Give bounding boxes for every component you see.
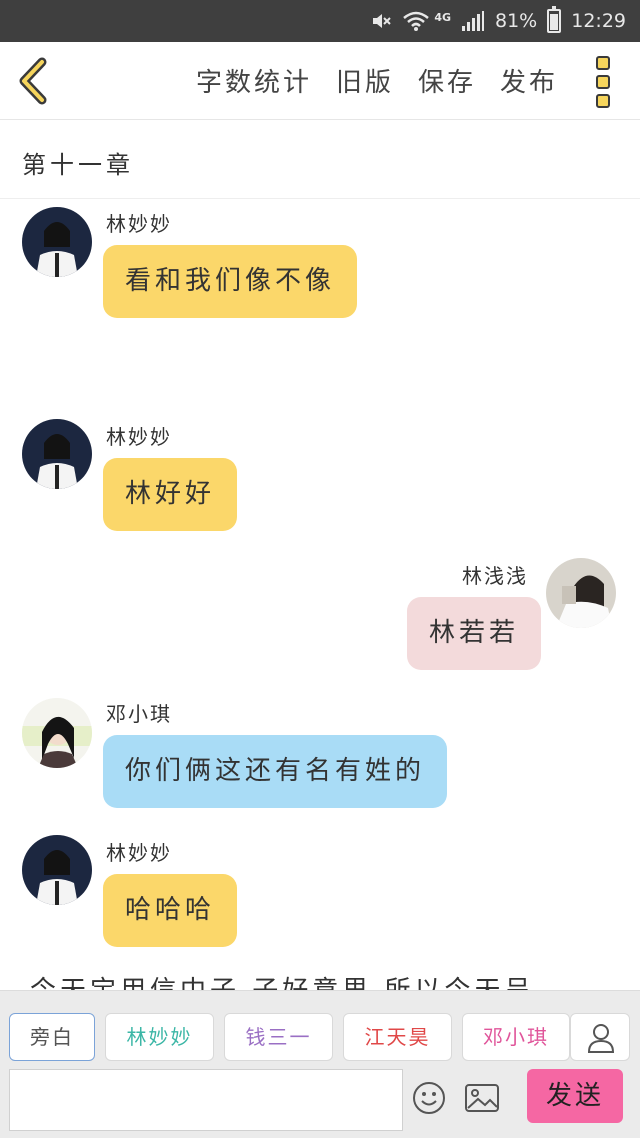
- message-bubble[interactable]: 你们俩这还有名有姓的: [103, 735, 448, 808]
- avatar: [546, 558, 616, 628]
- image-icon: [465, 1084, 499, 1112]
- send-button[interactable]: 发送: [527, 1069, 623, 1123]
- status-icons: 4G 81% 12:29: [370, 0, 626, 42]
- message-bubble[interactable]: 林好好: [103, 458, 238, 531]
- sender-name: 林妙妙: [106, 212, 172, 236]
- save-button[interactable]: 保存: [418, 62, 476, 99]
- avatar: [22, 698, 92, 768]
- sender-name: 林妙妙: [106, 425, 172, 449]
- chevron-left-icon: [19, 57, 47, 105]
- clock: 12:29: [571, 10, 626, 32]
- sender-name: 林浅浅: [462, 564, 528, 588]
- chapter-header: 第十一章: [0, 121, 640, 199]
- role-deng-xiaoqi[interactable]: 邓小琪: [462, 1013, 570, 1061]
- avatar: [22, 419, 92, 489]
- sender-name: 林妙妙: [106, 841, 172, 865]
- vertical-dots-icon: [596, 56, 610, 70]
- network-type: 4G: [434, 10, 451, 24]
- message-bubble[interactable]: 看和我们像不像: [103, 245, 358, 318]
- add-role-button[interactable]: [570, 1013, 630, 1061]
- old-version-button[interactable]: 旧版: [336, 62, 394, 99]
- role-selector: 旁白 林妙妙 钱三一 江天昊 邓小琪: [0, 1013, 640, 1063]
- publish-button[interactable]: 发布: [500, 62, 558, 99]
- header-actions: 字数统计 旧版 保存 发布: [196, 62, 558, 99]
- mute-icon: [370, 10, 392, 32]
- chapter-title[interactable]: 第十一章: [22, 145, 134, 180]
- person-icon: [587, 1024, 615, 1053]
- role-qian-sanyi[interactable]: 钱三一: [224, 1013, 333, 1061]
- message-bubble[interactable]: 林若若: [407, 597, 542, 670]
- word-count-button[interactable]: 字数统计: [196, 62, 312, 99]
- signal-icon: [461, 10, 485, 32]
- back-button[interactable]: [14, 56, 54, 106]
- composer-panel: 旁白 林妙妙 钱三一 江天昊 邓小琪 发送: [0, 990, 640, 1138]
- role-narration[interactable]: 旁白: [9, 1013, 95, 1061]
- message-bubble[interactable]: 哈哈哈: [103, 874, 238, 947]
- role-lin-miaomiao[interactable]: 林妙妙: [105, 1013, 214, 1061]
- emoji-button[interactable]: [412, 1081, 446, 1115]
- more-button[interactable]: [596, 56, 614, 108]
- editor-header: 字数统计 旧版 保存 发布: [0, 42, 640, 120]
- avatar: [22, 207, 92, 277]
- image-button[interactable]: [464, 1081, 500, 1115]
- status-bar: 4G 81% 12:29: [0, 0, 640, 42]
- role-jiang-tianhao[interactable]: 江天昊: [343, 1013, 452, 1061]
- input-row: 发送: [0, 1069, 640, 1133]
- battery-percent: 81%: [495, 10, 538, 32]
- wifi-icon: [402, 10, 430, 32]
- message-input[interactable]: [9, 1069, 403, 1131]
- smiley-icon: [413, 1082, 445, 1114]
- sender-name: 邓小琪: [106, 702, 172, 726]
- battery-icon: [547, 6, 562, 33]
- avatar: [22, 835, 92, 905]
